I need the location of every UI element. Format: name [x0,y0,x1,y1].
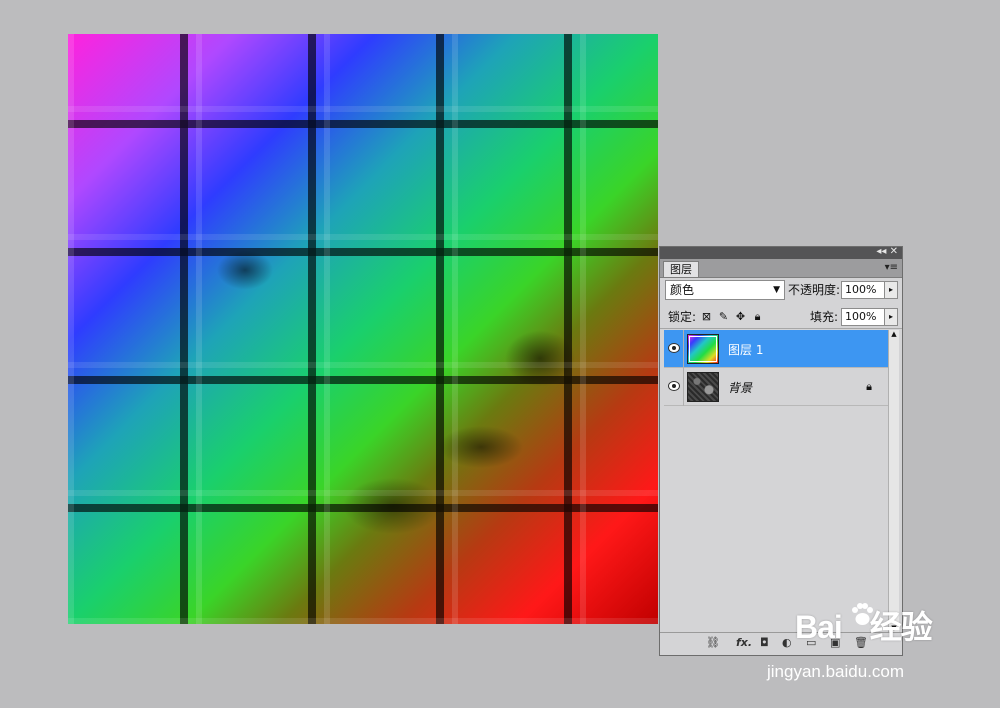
panel-divider [660,328,902,329]
blend-mode-value: 颜色 [670,283,695,297]
layer-row-background[interactable]: 背景 🔒︎ [664,368,888,406]
lock-all-icon[interactable]: 🔒︎ [751,310,764,323]
visibility-toggle[interactable] [664,368,684,406]
link-layers-icon[interactable]: ⛓ [706,636,720,649]
fill-label: 填充: [810,310,839,324]
panel-tab-row: 图层 ▾≡ [660,259,902,278]
document-canvas[interactable] [68,34,658,624]
opacity-slider-arrow-icon[interactable]: ▸ [884,281,898,299]
watermark-logo-right: 经验 [869,609,933,645]
watermark-url: jingyan.baidu.com [767,662,905,681]
watermark-logo-left: Bai [795,609,843,645]
layer-name[interactable]: 背景 [728,379,752,396]
baidu-watermark: Bai 经验 jingyan.baidu.com [767,600,955,690]
canvas-gloss-highlight [68,34,658,624]
eye-icon [668,381,680,391]
layer-thumbnail-texture [687,372,719,402]
tab-layers[interactable]: 图层 [663,261,699,277]
layers-panel: ◂◂ ✕ 图层 ▾≡ 颜色 ▼ 不透明度: 100% ▸ 锁定: ⊠ ✎ ✥ 🔒… [659,246,903,656]
panel-titlebar[interactable]: ◂◂ ✕ [660,246,902,259]
lock-icon-group: ⊠ ✎ ✥ 🔒︎ [700,310,764,323]
visibility-toggle[interactable] [664,330,684,368]
lock-label: 锁定: [668,310,697,324]
panel-menu-icon[interactable]: ▾≡ [885,262,898,273]
layer-thumbnail-rainbow [687,334,719,364]
fill-input[interactable]: 100% [841,308,885,326]
panel-collapse-close-icons[interactable]: ◂◂ ✕ [876,246,898,258]
eye-icon [668,343,680,353]
lock-transparency-icon[interactable]: ⊠ [700,310,713,323]
add-mask-icon[interactable]: ◘ [760,636,769,649]
adjustment-layer-icon[interactable]: ◐ [782,636,792,649]
blend-opacity-row: 颜色 ▼ 不透明度: 100% ▸ [660,280,902,302]
layers-scrollbar[interactable]: ▲ ▼ [888,330,899,632]
opacity-input[interactable]: 100% [841,281,885,299]
layer-lock-icon: 🔒︎ [866,380,872,393]
paw-icon [852,603,873,625]
lock-fill-row: 锁定: ⊠ ✎ ✥ 🔒︎ 填充: 100% ▸ [660,307,902,329]
fx-icon[interactable]: fx. [736,636,752,649]
chevron-down-icon: ▼ [773,285,780,295]
blend-mode-select[interactable]: 颜色 ▼ [665,280,785,300]
fill-slider-arrow-icon[interactable]: ▸ [884,308,898,326]
layer-row-layer1[interactable]: 图层 1 [664,330,888,368]
layers-list: 图层 1 背景 🔒︎ [664,330,888,632]
lock-brush-icon[interactable]: ✎ [717,310,730,323]
scroll-up-icon[interactable]: ▲ [889,330,899,338]
layer-name[interactable]: 图层 1 [728,341,763,358]
lock-move-icon[interactable]: ✥ [734,310,747,323]
opacity-label: 不透明度: [788,283,841,297]
